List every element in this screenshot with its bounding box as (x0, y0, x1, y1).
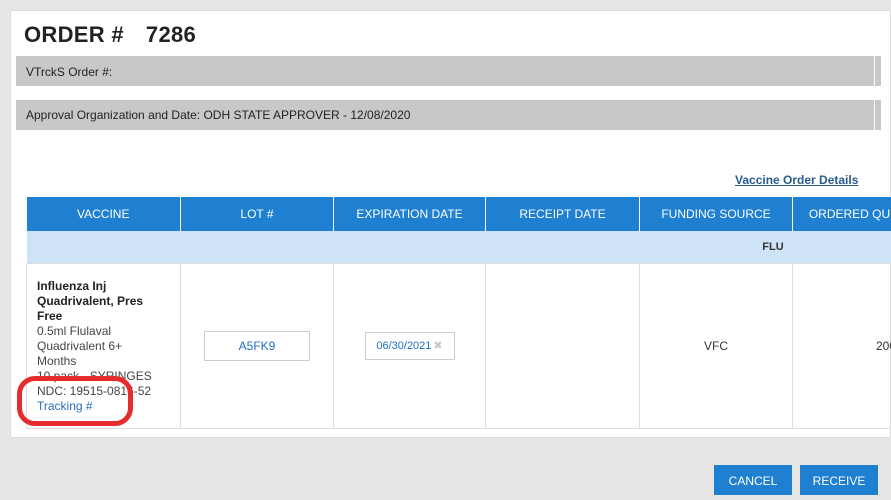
vaccine-desc-line3: Months (37, 353, 77, 368)
expiration-date-value: 06/30/2021 (376, 340, 432, 352)
col-header-expiration-date[interactable]: EXPIRATION DATE (333, 197, 486, 231)
band-divider (874, 100, 875, 130)
cancel-button[interactable]: CANCEL (714, 465, 792, 495)
order-title-label: ORDER # (24, 22, 124, 47)
lot-input[interactable]: A5FK9 (204, 331, 310, 361)
tracking-link[interactable]: Tracking # (37, 399, 93, 413)
page-title: ORDER # 7286 (24, 22, 196, 48)
approval-text: Approval Organization and Date: ODH STAT… (26, 108, 411, 122)
col-header-lot[interactable]: LOT # (180, 197, 334, 231)
receipt-date-cell[interactable] (485, 263, 640, 429)
vaccine-desc-line2: Quadrivalent 6+ (37, 338, 123, 353)
table-header-row: VACCINE LOT # EXPIRATION DATE RECEIPT DA… (26, 197, 891, 231)
vaccine-desc-line4: 10 pack - SYRINGES (37, 368, 152, 383)
vaccine-cell: Influenza Inj Quadrivalent, Pres Free 0.… (26, 263, 181, 429)
vaccine-desc-line1: 0.5ml Flulaval (37, 323, 112, 338)
table-row: Influenza Inj Quadrivalent, Pres Free 0.… (26, 263, 891, 429)
receive-button[interactable]: RECEIVE (800, 465, 878, 495)
expiration-date-input[interactable]: 06/30/2021 ✖ (364, 332, 455, 360)
order-number: 7286 (145, 22, 197, 47)
funding-source-cell: VFC (639, 263, 793, 429)
vaccine-table: VACCINE LOT # EXPIRATION DATE RECEIPT DA… (26, 197, 891, 429)
group-row-flu: FLU (26, 231, 891, 264)
vaccine-ndc: NDC: 19515-0816-52 (37, 383, 152, 398)
group-label: FLU (639, 231, 891, 264)
vtrcks-order-band: VTrckS Order #: (16, 56, 881, 88)
vaccine-order-details-link[interactable]: Vaccine Order Details (735, 173, 858, 187)
band-divider (874, 56, 875, 86)
vaccine-name-line1: Influenza Inj (37, 278, 107, 293)
vaccine-name-line2: Quadrivalent, Pres Free (37, 293, 144, 323)
clear-icon[interactable]: ✖ (433, 340, 442, 352)
col-header-ordered-qty[interactable]: ORDERED QU (792, 197, 891, 231)
expiration-cell: 06/30/2021 ✖ (333, 263, 486, 429)
lot-cell: A5FK9 (180, 263, 334, 429)
vtrcks-order-label: VTrckS Order #: (26, 65, 113, 79)
approval-band: Approval Organization and Date: ODH STAT… (16, 100, 881, 130)
col-header-receipt-date[interactable]: RECEIPT DATE (485, 197, 640, 231)
col-header-vaccine[interactable]: VACCINE (26, 197, 181, 231)
ordered-qty-cell: 200 (792, 263, 891, 429)
col-header-funding-source[interactable]: FUNDING SOURCE (639, 197, 793, 231)
